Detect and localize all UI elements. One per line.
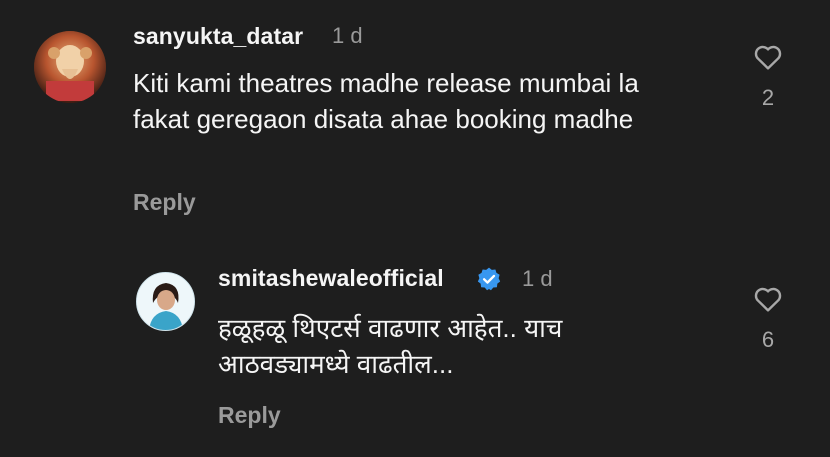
username[interactable]: smitashewaleofficial (218, 265, 444, 292)
avatar[interactable] (34, 31, 106, 103)
heart-outline-icon[interactable] (751, 283, 785, 315)
timestamp: 1 d (332, 23, 363, 48)
like-count: 6 (761, 327, 775, 352)
avatar[interactable] (136, 272, 195, 331)
reply-comment-item: smitashewaleofficial 1 d हळूहळू थिएटर्स … (0, 230, 830, 457)
heart-outline-icon[interactable] (751, 41, 785, 73)
reply-button[interactable]: Reply (218, 402, 281, 429)
comment-text: हळूहळू थिएटर्स वाढणार आहेत.. याच आठवड्या… (218, 313, 563, 379)
username[interactable]: sanyukta_datar (133, 23, 303, 50)
comment-text: Kiti kami theatres madhe release mumbai … (133, 68, 639, 134)
avatar-image-icon (137, 273, 194, 330)
avatar-image-icon (34, 31, 106, 103)
reply-button[interactable]: Reply (133, 189, 196, 216)
like-count: 2 (761, 85, 775, 110)
comment-item: sanyukta_datar 1 d Kiti kami theatres ma… (0, 0, 830, 230)
verified-badge-icon (477, 267, 501, 291)
timestamp: 1 d (522, 266, 553, 291)
